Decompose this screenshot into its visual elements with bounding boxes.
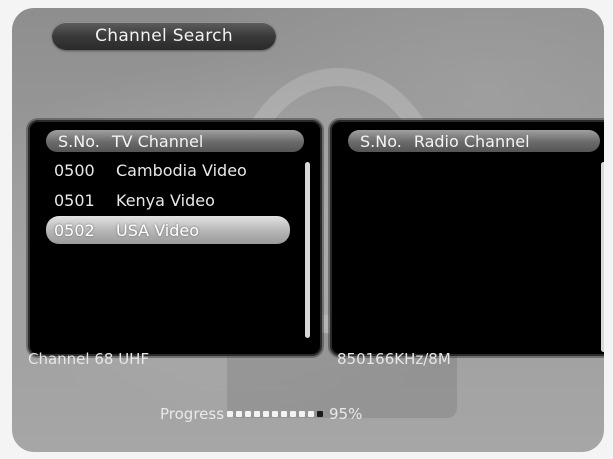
progress-label: Progress xyxy=(160,405,225,423)
radio-header-sno: S.No. xyxy=(360,131,402,151)
title-bar: Channel Search xyxy=(52,22,276,50)
radio-list-scrollbar[interactable] xyxy=(601,162,604,352)
progress-dot-empty xyxy=(317,411,324,417)
progress-dot-filled xyxy=(263,411,270,417)
progress-dot-filled xyxy=(290,411,297,417)
radio-channel-header: S.No. Radio Channel xyxy=(348,130,600,152)
tv-channel-row-selected[interactable]: 0502 USA Video xyxy=(46,216,290,244)
channel-number: 0500 xyxy=(54,160,95,180)
tv-channel-header: S.No. TV Channel xyxy=(46,130,304,152)
tv-channel-row[interactable]: 0501 Kenya Video xyxy=(46,186,290,214)
tv-header-label: TV Channel xyxy=(111,131,204,151)
progress-dot-filled xyxy=(254,411,261,417)
channel-number: 0502 xyxy=(54,220,95,240)
radio-header-label: Radio Channel xyxy=(413,131,530,151)
progress-dot-filled xyxy=(308,411,315,417)
progress-indicator xyxy=(227,411,326,417)
tv-channel-panel[interactable]: S.No. TV Channel 0500 Cambodia Video 050… xyxy=(28,120,322,356)
channel-name: Cambodia Video xyxy=(116,160,247,180)
channel-name: USA Video xyxy=(116,220,200,240)
channel-name: Kenya Video xyxy=(116,190,215,210)
tv-list-scrollbar[interactable] xyxy=(305,162,310,338)
channel-search-screen: Channel Search S.No. TV Channel 0500 Cam… xyxy=(12,8,604,452)
tv-channel-row[interactable]: 0500 Cambodia Video xyxy=(46,156,290,184)
channel-status: Channel 68 UHF xyxy=(28,350,150,368)
search-progress: Progress 95% xyxy=(160,405,362,423)
progress-dot-filled xyxy=(236,411,243,417)
frequency-status: 850166KHz/8M xyxy=(337,350,451,368)
progress-dot-filled xyxy=(272,411,279,417)
page-title: Channel Search xyxy=(95,26,233,46)
progress-dot-filled xyxy=(245,411,252,417)
progress-dot-filled xyxy=(281,411,288,417)
progress-percent: 95% xyxy=(329,405,363,423)
channel-number: 0501 xyxy=(54,190,95,210)
radio-channel-panel[interactable]: S.No. Radio Channel xyxy=(330,120,604,356)
tv-header-sno: S.No. xyxy=(58,131,100,151)
tv-channel-list[interactable]: 0500 Cambodia Video 0501 Kenya Video 050… xyxy=(46,156,290,246)
progress-dot-filled xyxy=(227,411,234,417)
progress-dot-filled xyxy=(299,411,306,417)
